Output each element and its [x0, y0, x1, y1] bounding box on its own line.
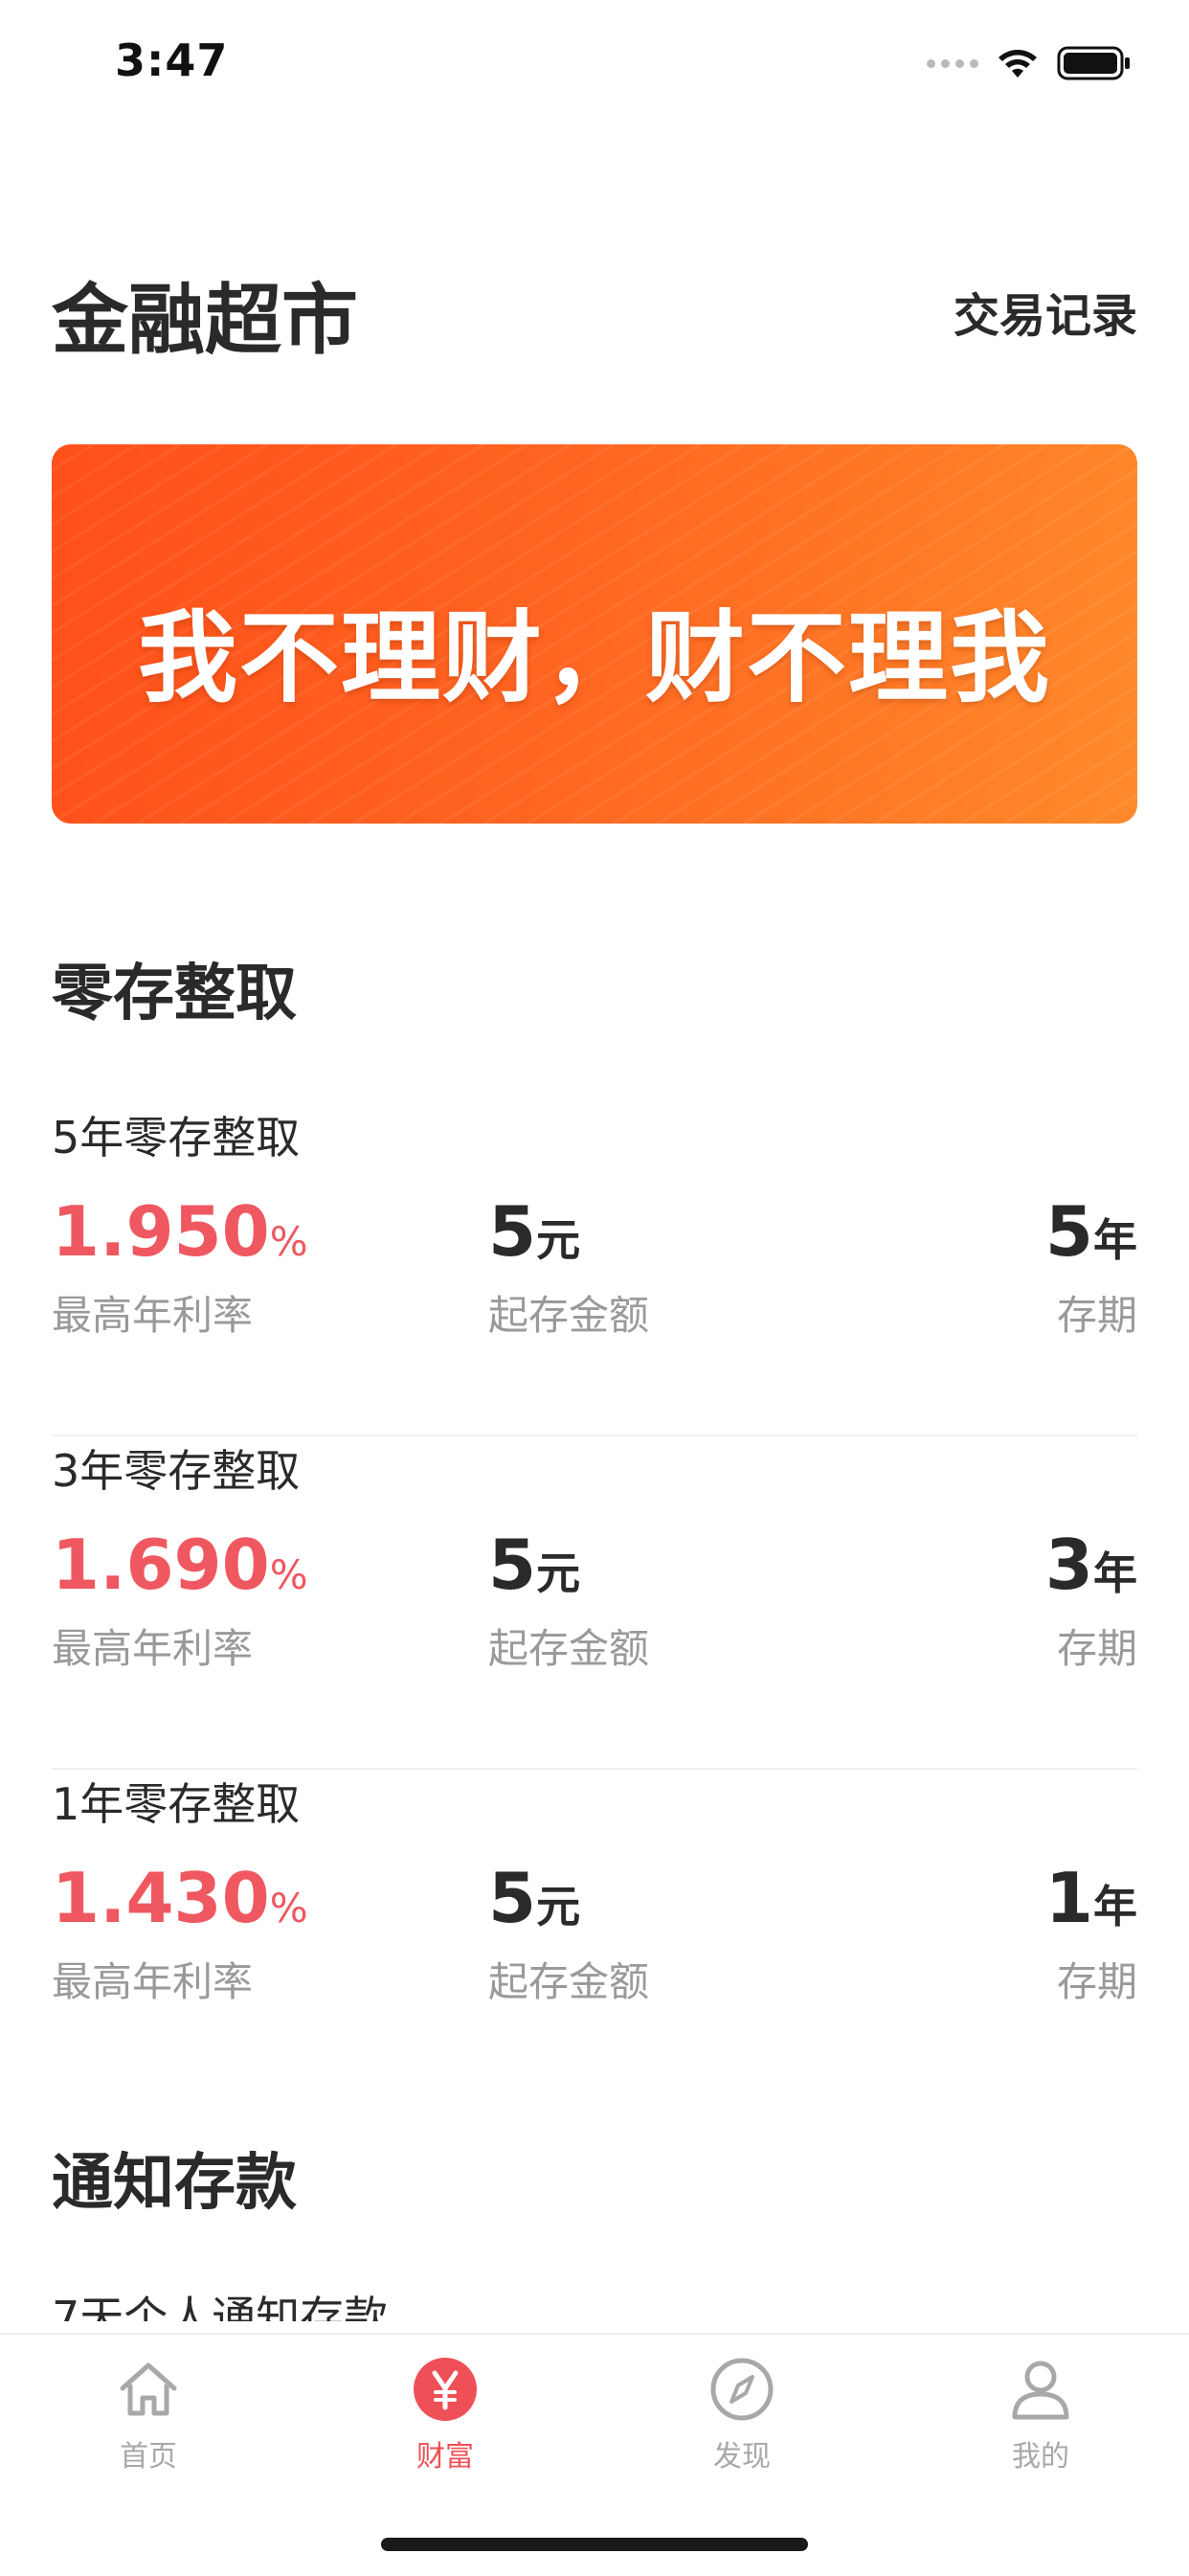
min-amount-metric: 5元 起存金额 [488, 1864, 649, 2008]
rate-value: 1.430 [52, 1858, 270, 1938]
min-amount-value: 5 [488, 1191, 537, 1272]
tab-discover[interactable]: 发现 [594, 2356, 890, 2474]
trade-record-link[interactable]: 交易记录 [953, 278, 1137, 345]
rate-unit: % [269, 1218, 308, 1265]
status-time: 3:47 [115, 34, 229, 86]
banner-text: 我不理财，财不理我 [137, 599, 1051, 716]
product-item-3yr[interactable]: 3年零存整取 1.690% 最高年利率 5元 起存金额 3年 存期 [52, 1436, 1137, 1770]
term-value: 3 [1044, 1525, 1093, 1605]
term-unit: 年 [1093, 1881, 1137, 1932]
tab-home[interactable]: 首页 [0, 2356, 297, 2474]
term-unit: 年 [1093, 1548, 1137, 1599]
wifi-icon [998, 50, 1037, 78]
promo-banner[interactable]: 我不理财，财不理我 [52, 444, 1137, 824]
page-title: 金融超市 [52, 276, 358, 365]
section-title-lingcun: 零存整取 [52, 959, 297, 1029]
yuan-icon [414, 2358, 477, 2421]
min-amount-label: 起存金额 [488, 1292, 650, 1339]
term-metric: 1年 存期 [1045, 1864, 1137, 2008]
min-amount-unit: 元 [536, 1548, 581, 1599]
rate-label: 最高年利率 [52, 1625, 254, 1672]
rate-metric: 1.430% 最高年利率 [52, 1864, 308, 2008]
rate-metric: 1.690% 最高年利率 [52, 1530, 308, 1675]
battery-icon [1057, 46, 1130, 80]
tab-mine[interactable]: 我的 [892, 2356, 1189, 2474]
term-label: 存期 [1056, 1958, 1137, 2005]
person-icon [1012, 2361, 1069, 2420]
term-label: 存期 [1056, 1292, 1137, 1339]
term-metric: 5年 存期 [1045, 1197, 1137, 1342]
product-item-1yr[interactable]: 1年零存整取 1.430% 最高年利率 5元 起存金额 1年 存期 [52, 1770, 1137, 2103]
min-amount-unit: 元 [536, 1881, 581, 1932]
min-amount-value: 5 [488, 1525, 537, 1605]
rate-label: 最高年利率 [52, 1292, 254, 1339]
min-amount-label: 起存金额 [488, 1625, 650, 1672]
product-name: 5年零存整取 [52, 1112, 301, 1164]
term-value: 1 [1044, 1858, 1093, 1938]
min-amount-metric: 5元 起存金额 [488, 1530, 649, 1675]
product-item-5yr[interactable]: 5年零存整取 1.950% 最高年利率 5元 起存金额 5年 存期 [52, 1103, 1137, 1436]
term-value: 5 [1044, 1191, 1093, 1272]
term-label: 存期 [1056, 1625, 1137, 1672]
rate-label: 最高年利率 [52, 1958, 254, 2005]
page-header: 金融超市 交易记录 [0, 230, 1189, 365]
rate-value: 1.950 [52, 1191, 270, 1272]
tab-label: 财富 [416, 2440, 474, 2474]
compass-icon [710, 2358, 774, 2421]
term-unit: 年 [1093, 1214, 1137, 1266]
min-amount-metric: 5元 起存金额 [488, 1197, 649, 1342]
rate-value: 1.690 [52, 1525, 270, 1605]
home-indicator[interactable] [381, 2538, 808, 2551]
min-amount-value: 5 [488, 1858, 537, 1938]
tab-label: 首页 [120, 2440, 177, 2474]
section-title-tongzhi: 通知存款 [52, 2148, 297, 2219]
term-metric: 3年 存期 [1045, 1530, 1137, 1675]
min-amount-unit: 元 [536, 1214, 581, 1266]
product-item-7day[interactable]: 7天个人通知存款 [52, 2283, 388, 2321]
rate-metric: 1.950% 最高年利率 [52, 1197, 308, 1342]
signal-icon [927, 58, 978, 68]
tab-wealth[interactable]: 财富 [297, 2356, 594, 2474]
home-icon [120, 2362, 177, 2416]
min-amount-label: 起存金额 [488, 1958, 650, 2005]
product-name: 1年零存整取 [52, 1778, 301, 1830]
tab-label: 发现 [713, 2440, 771, 2474]
tab-label: 我的 [1012, 2440, 1069, 2474]
rate-unit: % [269, 1551, 308, 1598]
status-icons [927, 44, 1132, 82]
rate-unit: % [269, 1885, 308, 1932]
product-name: 3年零存整取 [52, 1445, 301, 1497]
status-bar: 3:47 [0, 0, 1189, 126]
